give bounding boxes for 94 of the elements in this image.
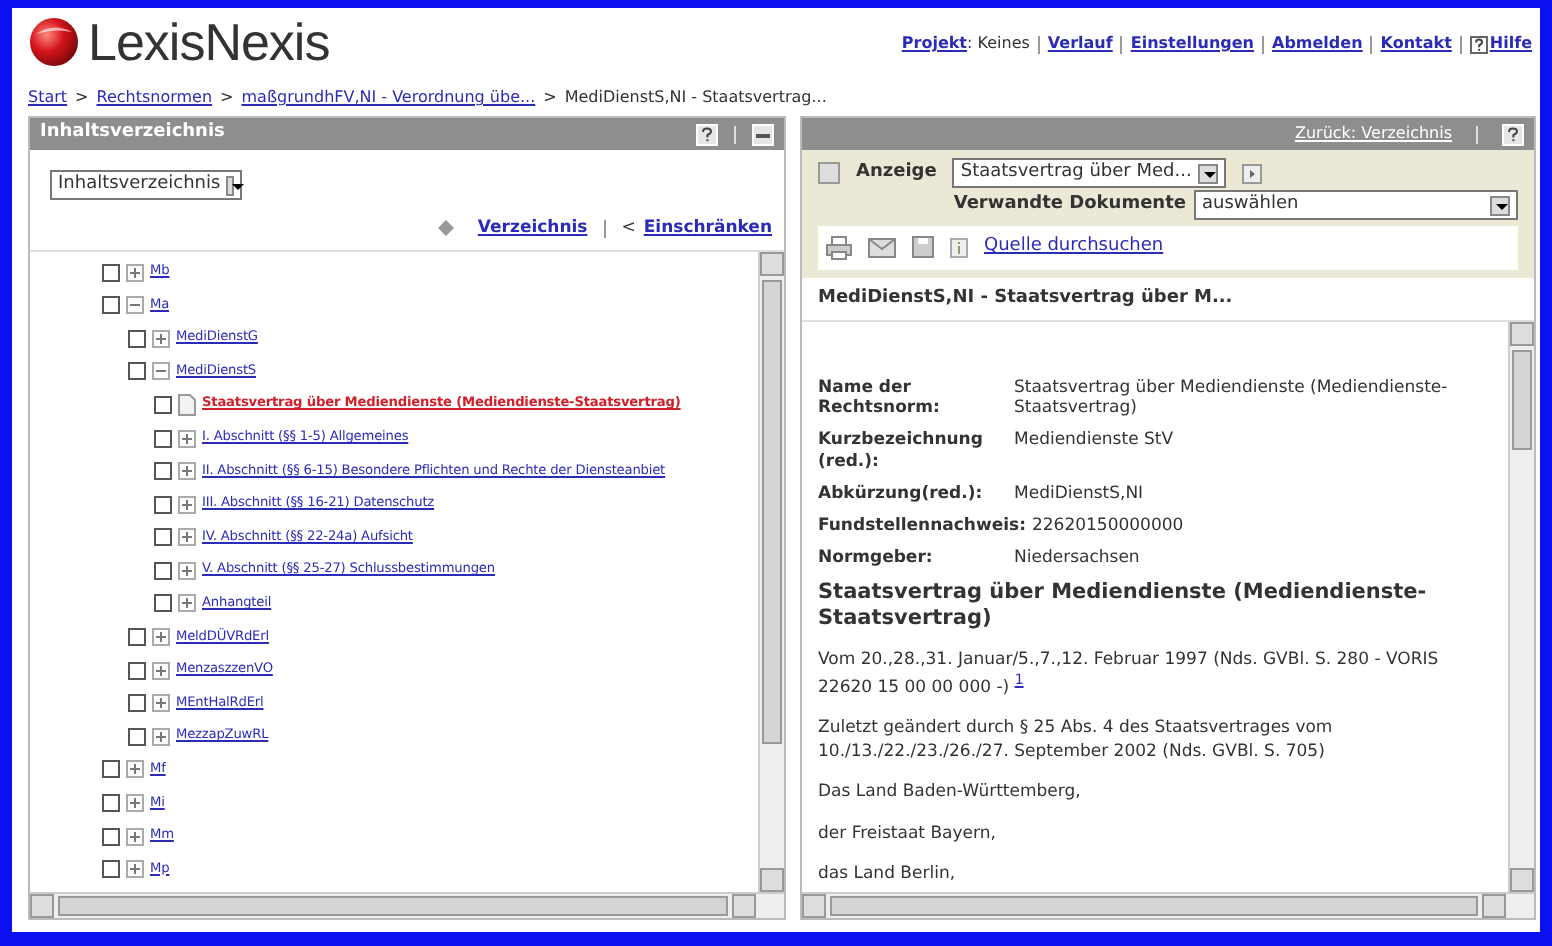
checkbox[interactable]: [128, 362, 146, 381]
paragraph: Das Land Baden-Württemberg,: [818, 782, 1083, 806]
field-label: Abkürzung(red.):: [818, 483, 985, 504]
expand-icon[interactable]: [126, 827, 144, 846]
paragraph: das Land Berlin,: [818, 864, 958, 888]
save-icon[interactable]: [912, 236, 934, 259]
directory-link[interactable]: Verzeichnis: [477, 216, 588, 242]
header-link[interactable]: Abmelden: [1272, 32, 1363, 56]
checkbox[interactable]: [102, 827, 120, 846]
expand-icon[interactable]: [178, 528, 196, 547]
help-icon[interactable]: [1469, 35, 1488, 53]
header-link[interactable]: Kontakt: [1380, 32, 1452, 56]
checkbox[interactable]: [102, 760, 120, 779]
info-icon[interactable]: [950, 237, 968, 258]
field-value: MediDienstS,NI: [1014, 483, 1144, 504]
field-label: Fundstellennachweis:: [818, 515, 1028, 537]
document-title: MediDienstS,NI - Staatsvertrag über M...: [802, 277, 1534, 322]
paragraph: der Freistaat Bayern,: [818, 823, 998, 847]
search-source-link[interactable]: Quelle durchsuchen: [984, 234, 1164, 261]
checkbox[interactable]: [102, 296, 120, 315]
expand-icon[interactable]: [126, 860, 144, 879]
mail-icon[interactable]: [868, 237, 896, 258]
field-label: Kurzbezeichnung (red.):: [818, 430, 985, 472]
field-value: Niedersachsen: [1014, 548, 1140, 569]
expand-icon[interactable]: [152, 329, 170, 348]
brand-name: LexisNexis: [88, 16, 330, 68]
related-select[interactable]: auswählen: [1194, 190, 1518, 220]
field-label: Name der Rechtsnorm:: [818, 378, 942, 419]
paragraph: Vom 20.,28.,31. Januar/5.,7.,12. Februar 1997 (Nds. GVBl. S. 280 - VORIS 22620 15 00 00 000 -) $^{1}$: [818, 649, 1441, 701]
breadcrumb-link[interactable]: Start: [28, 86, 68, 110]
header-link[interactable]: Projekt: [901, 32, 968, 56]
field-value: 22620150000000: [1031, 515, 1184, 537]
logo-icon: [28, 16, 80, 68]
expand-icon[interactable]: [152, 727, 170, 746]
checkbox[interactable]: [128, 727, 146, 746]
collapse-icon[interactable]: [126, 296, 144, 315]
breadcrumb-current: MediDienstS,NI - Staatsvertrag...: [564, 86, 827, 110]
display-select[interactable]: Staatsvertrag über Med...: [952, 158, 1226, 188]
chevron-text: <: [621, 216, 636, 242]
expand-icon[interactable]: [178, 462, 196, 481]
paragraph: Zuletzt geändert durch § 25 Abs. 4 des Staatsvertrages vom 10./13./22./23./26./27. September 2002 (Nds. GVBl. S. 705): [818, 718, 1335, 765]
expand-icon[interactable]: [126, 263, 144, 282]
document-heading: Staatsvertrag über Mediendienste (Mediendienste-Staatsvertrag): [818, 580, 1429, 634]
print-icon[interactable]: [826, 235, 852, 260]
checkbox[interactable]: [128, 628, 146, 647]
footnote-link[interactable]: 1: [1014, 672, 1024, 689]
scrollbar[interactable]: [1508, 322, 1534, 892]
expand-icon[interactable]: [126, 794, 144, 813]
view-select[interactable]: Inhaltsverzeichnis: [50, 170, 242, 200]
checkbox[interactable]: [102, 263, 120, 282]
checkbox[interactable]: [128, 694, 146, 713]
checkbox[interactable]: [128, 661, 146, 680]
checkbox[interactable]: [102, 794, 120, 813]
minimize-icon[interactable]: [752, 123, 774, 145]
breadcrumb-separator: >: [220, 86, 234, 110]
expand-icon[interactable]: [178, 594, 196, 613]
breadcrumb-separator: >: [75, 86, 89, 110]
checkbox[interactable]: [154, 429, 172, 448]
breadcrumb-link[interactable]: Rechtsnormen: [96, 86, 213, 110]
breadcrumb-separator: >: [543, 86, 557, 110]
header-link[interactable]: Einstellungen: [1130, 32, 1254, 56]
expand-icon[interactable]: [152, 628, 170, 647]
collapse-icon[interactable]: [152, 362, 170, 381]
expand-icon[interactable]: [152, 694, 170, 713]
go-icon[interactable]: [1241, 163, 1262, 183]
document-icon: [178, 393, 196, 416]
checkbox[interactable]: [154, 395, 172, 414]
field-label: Normgeber:: [818, 548, 935, 569]
checkbox[interactable]: [154, 561, 172, 580]
diamond-icon: [437, 220, 454, 237]
checkbox[interactable]: [154, 495, 172, 514]
panel-title: Inhaltsverzeichnis: [40, 120, 225, 147]
scrollbar[interactable]: [758, 251, 784, 892]
checkbox[interactable]: [154, 528, 172, 547]
checkbox[interactable]: [128, 329, 146, 348]
scrollbar[interactable]: [802, 892, 1534, 918]
related-label: Verwandte Dokumente: [953, 191, 1186, 218]
field-value: Mediendienste StV: [1014, 430, 1174, 455]
checkbox[interactable]: [102, 860, 120, 879]
field-value: Staatsvertrag über Mediendienste (Mediendienste-Staatsvertrag): [1014, 378, 1450, 419]
header-link[interactable]: Hilfe: [1489, 32, 1532, 56]
display-label: Anzeige: [856, 159, 937, 186]
expand-icon[interactable]: [178, 429, 196, 448]
scrollbar[interactable]: [30, 892, 784, 918]
header-link[interactable]: Verlauf: [1047, 32, 1113, 56]
project-value: : Keines: [967, 32, 1030, 56]
restrict-link[interactable]: Einschränken: [643, 216, 772, 242]
expand-icon[interactable]: [152, 661, 170, 680]
breadcrumb-link[interactable]: maßgrundhFV,NI - Verordnung übe...: [241, 86, 536, 110]
checkbox[interactable]: [154, 462, 172, 481]
expand-icon[interactable]: [178, 561, 196, 580]
expand-icon[interactable]: [178, 495, 196, 514]
expand-icon[interactable]: [126, 760, 144, 779]
checkbox[interactable]: [154, 594, 172, 613]
